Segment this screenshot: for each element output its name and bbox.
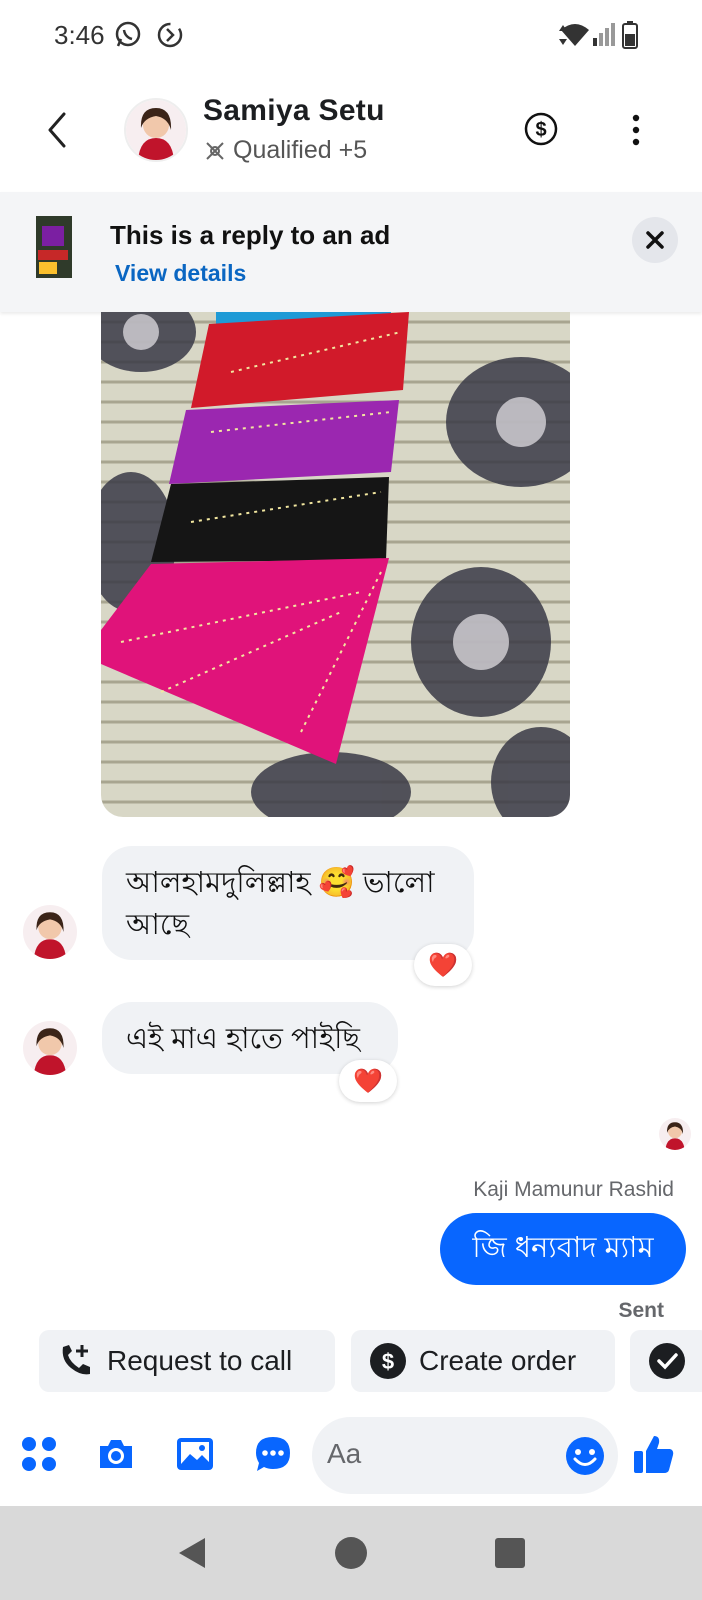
back-button[interactable] bbox=[38, 108, 78, 152]
sender-name: Kaji Mamunur Rashid bbox=[473, 1178, 674, 1201]
phone-add-icon bbox=[62, 1345, 90, 1375]
svg-text:$: $ bbox=[382, 1349, 394, 1374]
gallery-icon[interactable] bbox=[175, 1434, 215, 1474]
camera-icon[interactable] bbox=[96, 1434, 136, 1474]
svg-text:$: $ bbox=[535, 119, 546, 141]
close-banner-button[interactable] bbox=[632, 217, 678, 263]
ad-reply-title: This is a reply to an ad bbox=[110, 220, 391, 250]
nav-back-icon[interactable] bbox=[175, 1536, 209, 1570]
outgoing-message[interactable]: জি ধন্যবাদ ম্যাম bbox=[440, 1213, 686, 1285]
system-navigation-bar bbox=[0, 1506, 702, 1600]
emoji-icon[interactable] bbox=[565, 1436, 605, 1476]
data-saver-icon bbox=[157, 22, 183, 48]
ad-thumbnail[interactable] bbox=[36, 216, 72, 278]
wifi-icon bbox=[561, 24, 589, 46]
mark-done-button[interactable] bbox=[630, 1330, 702, 1392]
status-time: 3:46 bbox=[54, 20, 105, 50]
request-to-call-label: Request to call bbox=[107, 1345, 293, 1376]
create-order-label: Create order bbox=[419, 1345, 577, 1376]
quick-reply-icon[interactable] bbox=[253, 1434, 293, 1474]
contact-label: Qualified +5 bbox=[233, 136, 368, 164]
contact-avatar-small[interactable] bbox=[23, 1021, 77, 1075]
contact-avatar[interactable] bbox=[124, 98, 188, 162]
seen-avatar bbox=[659, 1118, 691, 1150]
dollar-circle-icon: $ bbox=[370, 1343, 406, 1379]
label-icon bbox=[206, 141, 224, 160]
more-icon[interactable] bbox=[628, 112, 644, 148]
close-icon bbox=[646, 231, 664, 249]
like-icon[interactable] bbox=[632, 1432, 676, 1476]
photo-message[interactable] bbox=[101, 312, 570, 817]
contact-name[interactable]: Samiya Setu bbox=[203, 94, 385, 128]
contact-label-row[interactable]: Qualified +5 bbox=[203, 136, 367, 165]
whatsapp-icon bbox=[115, 21, 141, 47]
heart-reaction[interactable]: ❤️ bbox=[414, 944, 472, 986]
dollar-icon[interactable]: $ bbox=[524, 112, 558, 146]
nav-recents-icon[interactable] bbox=[494, 1537, 526, 1569]
create-order-button[interactable]: $ Create order bbox=[351, 1330, 615, 1392]
request-to-call-button[interactable]: Request to call bbox=[39, 1330, 335, 1392]
contact-avatar-small[interactable] bbox=[23, 905, 77, 959]
signal-icon bbox=[593, 23, 615, 46]
incoming-message[interactable]: আলহামদুলিল্লাহ 🥰 ভালো আছে bbox=[102, 846, 474, 960]
heart-reaction[interactable]: ❤️ bbox=[339, 1060, 397, 1102]
battery-icon bbox=[622, 21, 638, 49]
ad-reply-banner: This is a reply to an ad View details bbox=[0, 192, 702, 312]
view-details-link[interactable]: View details bbox=[115, 260, 246, 287]
nav-home-icon[interactable] bbox=[334, 1536, 368, 1570]
message-input-placeholder: Aa bbox=[327, 1438, 362, 1469]
apps-icon[interactable] bbox=[19, 1434, 59, 1474]
message-status: Sent bbox=[618, 1299, 664, 1322]
check-circle-icon bbox=[649, 1343, 685, 1379]
